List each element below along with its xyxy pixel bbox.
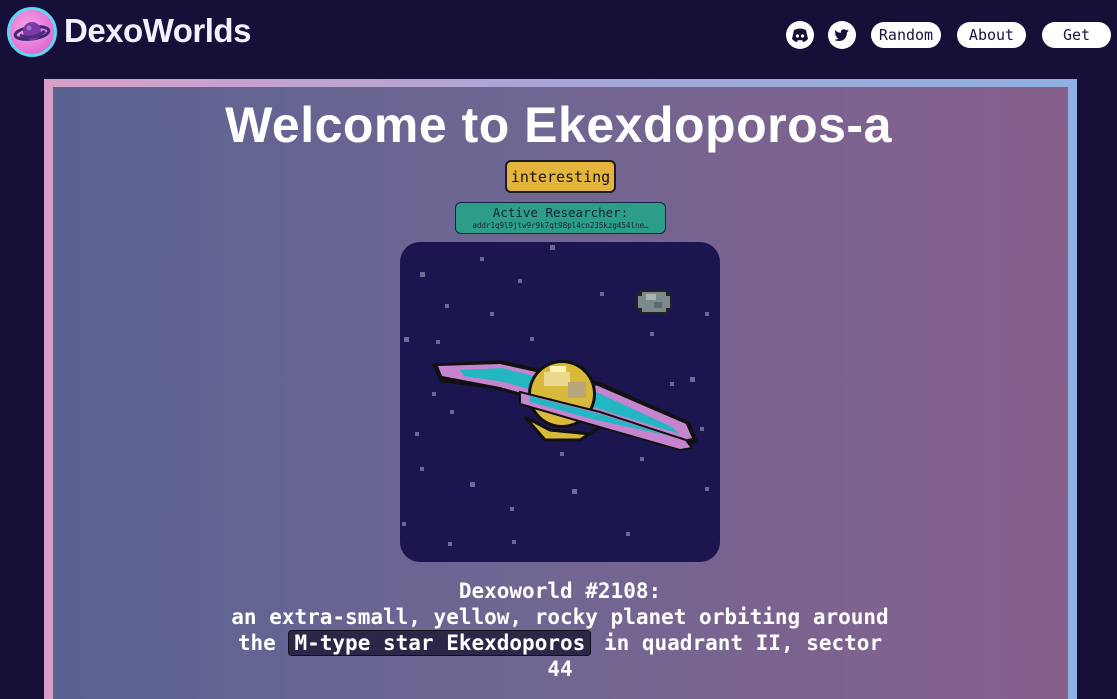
random-button[interactable]: Random	[871, 22, 941, 48]
get-button[interactable]: Get	[1042, 22, 1111, 48]
desc-the: the	[237, 631, 276, 655]
world-description: Dexoworld #2108: an extra-small, yellow,…	[210, 578, 910, 682]
world-summary: an extra-small, yellow, rocky planet orb…	[231, 605, 889, 629]
sector-number: 44	[547, 657, 573, 681]
world-number: Dexoworld #2108:	[458, 579, 662, 603]
desc-location: in quadrant II, sector	[603, 631, 883, 655]
researcher-address[interactable]: addr1q9l9jtw9r9k7qt98pl4cn235kzg454lne…	[456, 220, 665, 231]
planet-image	[400, 242, 720, 562]
about-button[interactable]: About	[957, 22, 1026, 48]
status-badge: interesting	[505, 160, 616, 193]
twitter-icon[interactable]	[828, 21, 856, 49]
brand-name[interactable]: DexoWorlds	[64, 12, 251, 50]
active-researcher-badge[interactable]: Active Researcher: addr1q9l9jtw9r9k7qt98…	[455, 202, 666, 234]
top-bar: DexoWorlds Random About Get	[0, 0, 1117, 70]
ringed-planet-pixel-art	[402, 245, 709, 546]
page-title: Welcome to Ekexdoporos-a	[225, 97, 892, 153]
star-link[interactable]: M-type star Ekexdoporos	[288, 630, 592, 656]
discord-icon[interactable]	[786, 21, 814, 49]
planet-logo-icon[interactable]	[7, 7, 57, 57]
researcher-label: Active Researcher:	[492, 205, 629, 220]
